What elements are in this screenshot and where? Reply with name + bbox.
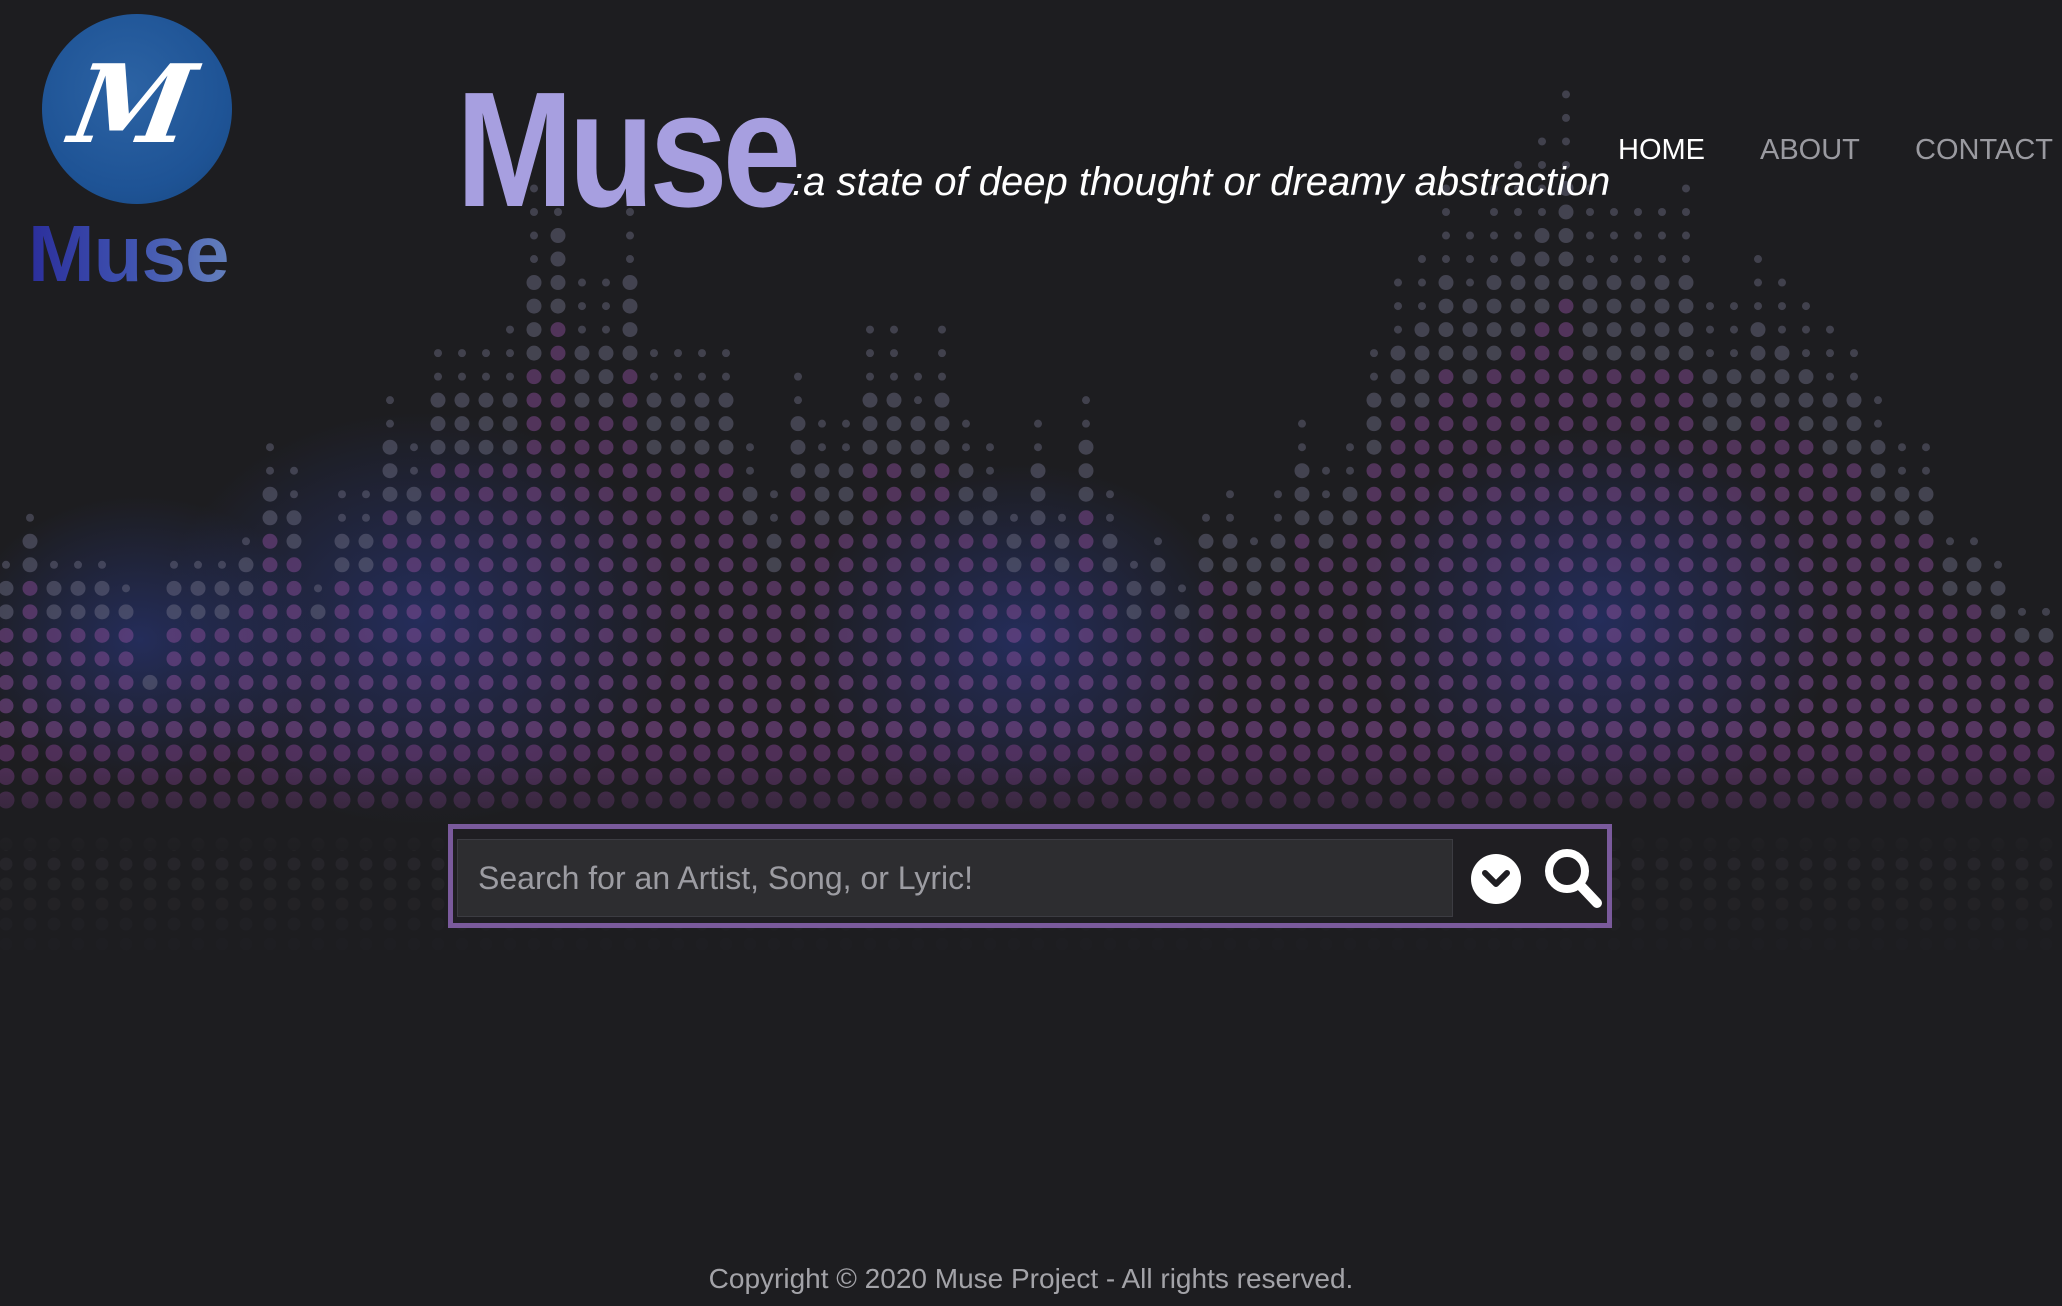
logo-wordmark: Muse xyxy=(28,214,254,294)
nav-home-link[interactable]: HOME xyxy=(1618,134,1705,167)
footer-copyright: Copyright © 2020 Muse Project - All righ… xyxy=(708,1263,1354,1294)
search-input[interactable] xyxy=(457,839,1453,917)
logo-glyph: M xyxy=(62,42,204,168)
chevron-down-circle-icon[interactable] xyxy=(1471,854,1521,904)
nav-about-link[interactable]: ABOUT xyxy=(1760,134,1860,167)
nav-contact-link[interactable]: CONTACT xyxy=(1915,134,2053,167)
site-logo[interactable]: M Muse xyxy=(28,14,248,294)
search-bar xyxy=(448,824,1612,928)
page-title: Muse xyxy=(456,58,801,241)
search-icon[interactable] xyxy=(1543,847,1603,909)
page-tagline: :a state of deep thought or dreamy abstr… xyxy=(792,160,1611,204)
logo-emblem: M xyxy=(42,14,232,204)
